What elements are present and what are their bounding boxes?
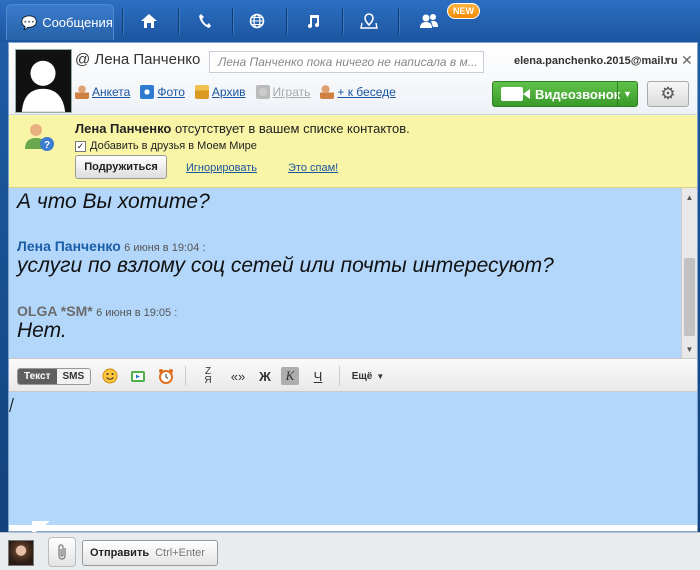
attach-icon[interactable] [48,537,76,567]
gear-icon[interactable]: ⚙ [647,81,689,107]
video-message-icon[interactable] [129,367,147,385]
account-email[interactable]: elena.panchenko.2015@mail.ru [514,55,678,67]
profile-link[interactable]: Анкета [75,85,130,99]
globe-icon[interactable] [232,4,282,38]
text-caret [9,398,14,412]
bottom-bar: Отправить Ctrl+Enter [0,532,700,570]
ignore-link[interactable]: Игнорировать [186,162,257,174]
app-window: 💬 Сообщения NEW @ Лена Панченко Лена Пан… [0,0,700,570]
music-icon[interactable] [288,4,338,38]
italic-button[interactable]: К [281,367,299,385]
add-friend-button[interactable]: Подружиться [75,155,167,179]
message-author: OLGA *SM* [17,303,93,319]
archive-link-label: Архив [211,85,246,99]
new-badge: NEW [447,3,480,19]
chat-window: @ Лена Панченко Лена Панченко пока ничег… [8,42,698,532]
video-call-label: Видеозвонок [535,86,621,102]
contact-actions: Анкета Фото Архив Играть + к беседе [75,85,396,99]
chevron-down-icon: ▼ [376,371,385,381]
chevron-down-icon[interactable]: ▼ [617,82,637,106]
add-to-chat-label: + к беседе [337,85,396,99]
scrollbar-thumb[interactable] [684,258,695,336]
nav-divider [342,8,343,34]
map-icon[interactable] [344,4,394,38]
send-shortcut: Ctrl+Enter [155,547,205,559]
message-text: А что Вы хотите? [17,190,210,213]
add-friend-checkbox-label: Добавить в друзья в Моем Мире [90,140,257,152]
notice-message: Лена Панченко отсутствует в вашем списке… [75,121,410,136]
mode-switch: Текст SMS [17,368,92,385]
top-navigation: 💬 Сообщения NEW [0,0,700,42]
play-link-label: Играть [272,85,311,99]
toolbar-divider [185,366,186,386]
message-history: А что Вы хотите? Лена Панченко 6 июня в … [9,188,681,358]
bold-button[interactable]: Ж [256,367,274,385]
not-in-contacts-notice: ? Лена Панченко отсутствует в вашем спис… [9,115,697,188]
message-time: 6 июня в 19:05 : [96,307,178,319]
spam-link[interactable]: Это спам! [288,162,338,174]
smiley-icon[interactable] [101,367,119,385]
translit-icon[interactable]: ZЯ [199,367,217,386]
scroll-up-icon[interactable]: ▲ [682,190,697,204]
tab-messages[interactable]: 💬 Сообщения [6,4,114,40]
add-friend-checkbox-row[interactable]: ✓ Добавить в друзья в Моем Мире [75,140,257,152]
photo-link[interactable]: Фото [140,85,185,99]
archive-icon [194,85,209,99]
message-item: Лена Панченко 6 июня в 19:04 : услуги по… [17,238,554,278]
chat-bubble-icon: 💬 [21,14,38,30]
scroll-down-icon[interactable]: ▼ [682,342,697,356]
send-button-label: Отправить [90,547,150,559]
text-mode-button[interactable]: Текст [18,369,57,384]
more-button-label: Ещё [351,370,373,382]
home-icon[interactable] [124,4,174,38]
archive-link[interactable]: Архив [194,85,246,99]
svg-text:?: ? [44,140,50,151]
user-avatar[interactable] [8,540,34,566]
video-call-button[interactable]: Видеозвонок ▼ [492,81,638,107]
phone-icon[interactable] [180,4,230,38]
nav-divider [178,8,179,34]
contact-question-icon: ? [25,124,54,151]
toolbar-divider [339,366,340,386]
profile-link-label: Анкета [92,85,131,99]
more-button[interactable]: Ещё ▼ [349,367,387,385]
message-author: Лена Панченко [17,238,121,254]
alarm-icon[interactable] [157,367,175,385]
close-icon[interactable]: ✕ [681,52,693,69]
message-item: OLGA *SM* 6 июня в 19:05 : Нет. [17,303,177,343]
chat-scrollbar[interactable]: ▲ ▼ [681,188,697,358]
game-icon [255,85,270,99]
add-to-chat-link[interactable]: + к беседе [320,85,396,99]
contact-status: Лена Панченко пока ничего не написала в … [209,51,484,73]
message-text: Нет. [17,319,67,342]
notice-text: отсутствует в вашем списке контактов. [171,121,410,136]
chat-header: @ Лена Панченко Лена Панченко пока ничег… [9,43,697,115]
camera-icon [140,85,155,99]
underline-button[interactable]: Ч [309,367,327,385]
nav-divider [398,8,399,34]
message-time: 6 июня в 19:04 : [124,242,206,254]
play-link[interactable]: Играть [255,85,311,99]
compose-toolbar: Текст SMS ZЯ «» Ж К Ч Ещё ▼ [9,358,697,392]
notice-contact-name: Лена Панченко [75,121,172,136]
message-text: услуги по взлому соц сетей или почты инт… [17,254,554,277]
nav-divider [286,8,287,34]
send-button[interactable]: Отправить Ctrl+Enter [82,540,218,566]
person-icon [75,85,89,99]
tab-messages-label: Сообщения [42,15,113,30]
message-input[interactable] [9,392,697,525]
sms-mode-button[interactable]: SMS [56,369,91,384]
photo-link-label: Фото [157,85,185,99]
add-person-icon [320,85,335,99]
contact-name[interactable]: @ Лена Панченко [75,51,200,68]
message-item: А что Вы хотите? [17,190,210,214]
contact-avatar[interactable] [15,49,72,113]
nav-divider [122,8,123,34]
chevron-down-icon[interactable]: ▼ [663,55,672,65]
add-friend-checkbox[interactable]: ✓ [75,140,86,152]
quote-button[interactable]: «» [227,367,249,385]
video-camera-icon [501,87,530,101]
